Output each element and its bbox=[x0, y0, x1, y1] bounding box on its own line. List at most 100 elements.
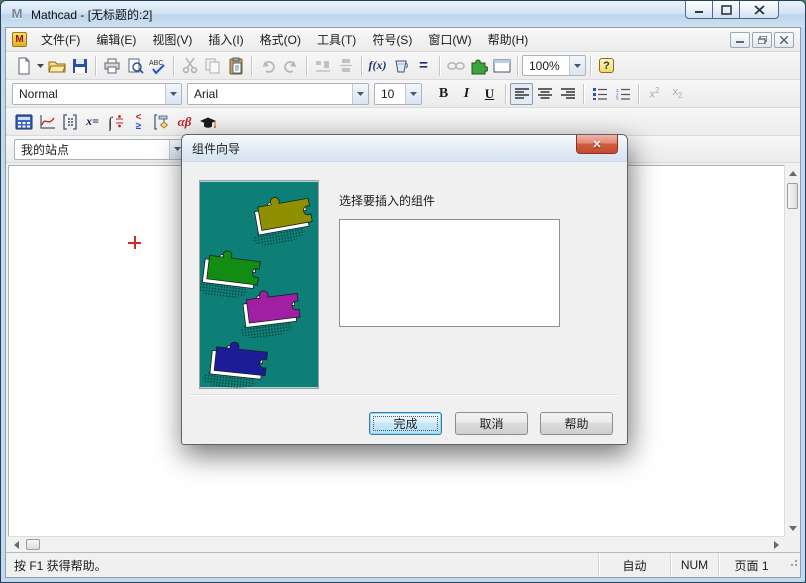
component-listbox[interactable] bbox=[339, 219, 560, 327]
status-help-text: 按 F1 获得帮助。 bbox=[6, 557, 598, 574]
italic-button[interactable]: I bbox=[455, 83, 478, 105]
horizontal-scrollbar[interactable] bbox=[8, 536, 784, 552]
new-dropdown[interactable] bbox=[35, 55, 45, 77]
hyperlink-button[interactable] bbox=[444, 55, 467, 77]
menu-insert[interactable]: 插入(I) bbox=[200, 28, 251, 51]
horizontal-scroll-thumb[interactable] bbox=[26, 539, 40, 550]
paste-button[interactable] bbox=[224, 55, 247, 77]
spellcheck-button[interactable]: ABC bbox=[146, 55, 169, 77]
graph-palette-button[interactable] bbox=[35, 111, 58, 133]
bullet-list-button[interactable] bbox=[588, 83, 611, 105]
calculator-palette-button[interactable] bbox=[12, 111, 35, 133]
save-button[interactable] bbox=[68, 55, 91, 77]
new-button[interactable] bbox=[12, 55, 35, 77]
underline-button[interactable]: U bbox=[478, 83, 501, 105]
restore-button[interactable] bbox=[712, 1, 740, 19]
insert-unit-button[interactable] bbox=[389, 55, 412, 77]
calculus-icon: ∫ bbox=[107, 113, 125, 131]
font-dropdown-arrow[interactable] bbox=[352, 84, 368, 104]
evaluate-button[interactable]: = bbox=[412, 55, 435, 77]
finish-button[interactable]: 完成 bbox=[369, 412, 442, 435]
close-button[interactable] bbox=[739, 1, 779, 19]
bold-button[interactable]: B bbox=[432, 83, 455, 105]
hyperlink-chain-icon bbox=[447, 60, 465, 72]
menu-tools[interactable]: 工具(T) bbox=[309, 28, 364, 51]
boolean-palette-button[interactable]: <≥ bbox=[127, 111, 150, 133]
fx-icon: f(x) bbox=[369, 58, 387, 73]
redo-button[interactable] bbox=[279, 55, 302, 77]
minimize-button[interactable] bbox=[685, 1, 713, 19]
open-button[interactable] bbox=[45, 55, 68, 77]
help-dialog-button[interactable]: 帮助 bbox=[540, 412, 613, 435]
font-size-dropdown-arrow[interactable] bbox=[405, 84, 421, 104]
cancel-button[interactable]: 取消 bbox=[455, 412, 528, 435]
dialog-close-button[interactable]: ✕ bbox=[576, 135, 618, 154]
zoom-dropdown-arrow[interactable] bbox=[569, 56, 585, 75]
mdi-restore-button[interactable] bbox=[752, 32, 772, 48]
save-floppy-icon bbox=[71, 57, 89, 75]
menu-symbols[interactable]: 符号(S) bbox=[364, 28, 420, 51]
worksheet-control-icon bbox=[493, 59, 511, 73]
insert-component-button[interactable] bbox=[467, 55, 490, 77]
bold-icon: B bbox=[439, 86, 448, 102]
calculus-palette-button[interactable]: ∫ bbox=[104, 111, 127, 133]
spellcheck-icon: ABC bbox=[148, 57, 168, 75]
undo-arrow-icon bbox=[259, 59, 277, 73]
greek-icon: αβ bbox=[178, 114, 192, 130]
font-combobox[interactable]: Arial bbox=[187, 83, 369, 105]
measuring-cup-icon bbox=[393, 58, 409, 74]
resources-combobox[interactable]: 我的站点 bbox=[14, 139, 186, 160]
menu-edit[interactable]: 编辑(E) bbox=[88, 28, 144, 51]
evaluation-palette-button[interactable]: x= bbox=[81, 111, 104, 133]
menu-view[interactable]: 视图(V) bbox=[144, 28, 200, 51]
separate-regions-button[interactable] bbox=[334, 55, 357, 77]
mdi-minimize-button[interactable] bbox=[730, 32, 750, 48]
print-button[interactable] bbox=[100, 55, 123, 77]
arrow-right-icon bbox=[774, 541, 779, 549]
align-center-button[interactable] bbox=[533, 83, 556, 105]
programming-palette-button[interactable] bbox=[150, 111, 173, 133]
print-preview-button[interactable] bbox=[123, 55, 146, 77]
dialog-title-bar[interactable]: 组件向导 bbox=[182, 135, 627, 162]
toolbar-separator bbox=[95, 56, 96, 76]
align-left-button[interactable] bbox=[510, 83, 533, 105]
menu-window[interactable]: 窗口(W) bbox=[420, 28, 479, 51]
scroll-up-button[interactable] bbox=[785, 165, 801, 181]
align-right-button[interactable] bbox=[556, 83, 579, 105]
style-combobox[interactable]: Normal bbox=[12, 83, 182, 105]
vertical-scroll-thumb[interactable] bbox=[787, 183, 798, 209]
undo-button[interactable] bbox=[256, 55, 279, 77]
component-prompt-label: 选择要插入的组件 bbox=[339, 192, 435, 209]
menu-help[interactable]: 帮助(H) bbox=[480, 28, 537, 51]
font-size-combobox[interactable]: 10 bbox=[374, 83, 422, 105]
scroll-down-button[interactable] bbox=[785, 520, 801, 536]
insert-function-button[interactable]: f(x) bbox=[366, 55, 389, 77]
menu-file[interactable]: 文件(F) bbox=[33, 28, 88, 51]
numbered-list-button[interactable]: 123 bbox=[611, 83, 634, 105]
new-document-icon bbox=[15, 57, 33, 75]
cut-button[interactable] bbox=[178, 55, 201, 77]
copy-button[interactable] bbox=[201, 55, 224, 77]
menu-format[interactable]: 格式(O) bbox=[252, 28, 309, 51]
vertical-scrollbar[interactable] bbox=[784, 165, 800, 536]
mathcad-window: M Mathcad - [无标题的:2] M 文件(F) 编辑(E) 视图(V)… bbox=[0, 0, 806, 583]
mdi-close-button[interactable] bbox=[774, 32, 794, 48]
style-dropdown-arrow[interactable] bbox=[165, 84, 181, 104]
scroll-left-button[interactable] bbox=[8, 537, 24, 553]
superscript-icon: x2 bbox=[650, 86, 660, 101]
superscript-button[interactable]: x2 bbox=[643, 83, 666, 105]
symbolic-palette-button[interactable] bbox=[196, 111, 219, 133]
status-auto-mode: 自动 bbox=[598, 553, 670, 577]
subscript-button[interactable]: x2 bbox=[666, 83, 689, 105]
scroll-right-button[interactable] bbox=[768, 537, 784, 553]
help-button[interactable]: ? bbox=[595, 55, 618, 77]
component-puzzle-icon bbox=[470, 57, 488, 75]
zoom-combobox[interactable]: 100% bbox=[522, 55, 586, 76]
resize-grip[interactable] bbox=[784, 553, 800, 577]
style-value: Normal bbox=[13, 87, 165, 101]
app-icon: M bbox=[9, 6, 25, 22]
worksheet-controls-button[interactable] bbox=[490, 55, 513, 77]
greek-palette-button[interactable]: αβ bbox=[173, 111, 196, 133]
matrix-palette-button[interactable] bbox=[58, 111, 81, 133]
align-regions-button[interactable] bbox=[311, 55, 334, 77]
